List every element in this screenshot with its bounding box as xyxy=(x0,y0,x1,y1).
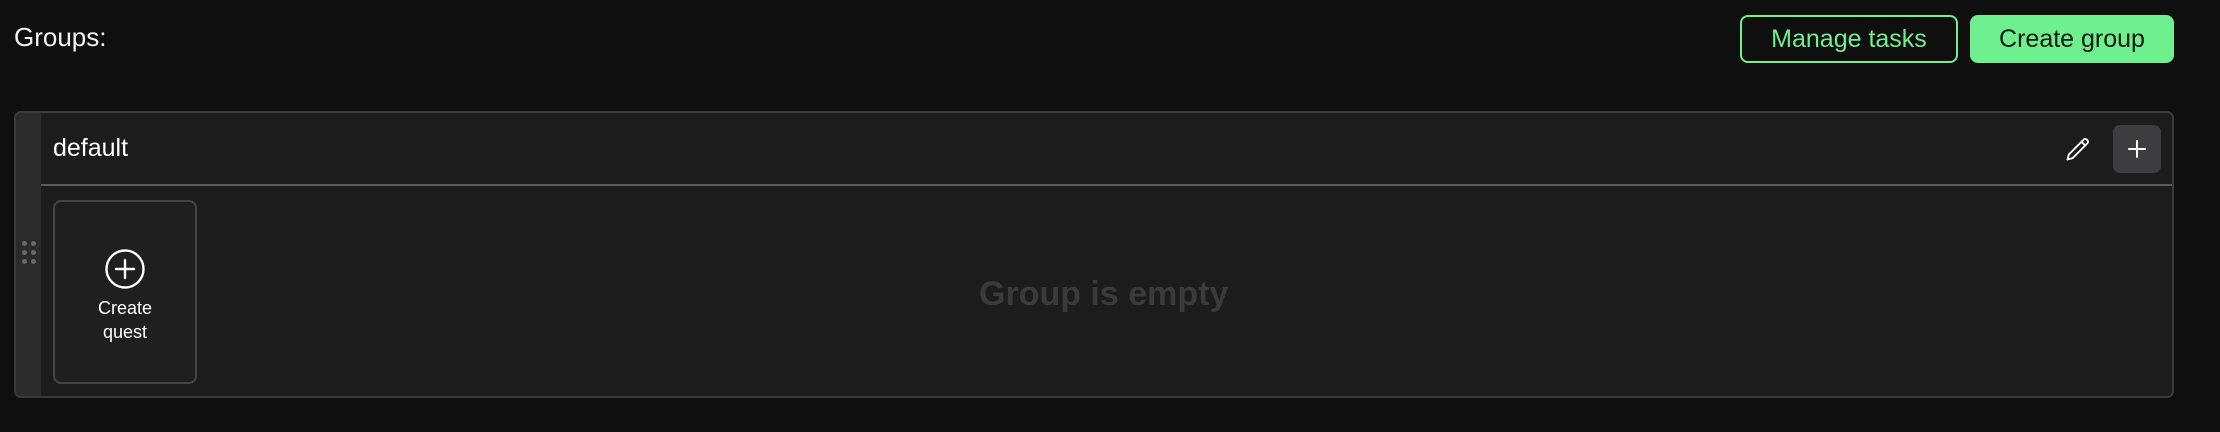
create-quest-card[interactable]: Create quest xyxy=(53,200,197,384)
group-panel: default Create quest Group is empty xyxy=(14,111,2174,398)
add-to-group-button[interactable] xyxy=(2113,125,2161,173)
group-header: default xyxy=(41,113,2172,186)
plus-icon xyxy=(2128,140,2146,158)
pencil-icon xyxy=(2066,138,2089,161)
drag-handle-icon xyxy=(22,241,36,264)
group-drag-handle[interactable] xyxy=(16,113,41,396)
create-group-button[interactable]: Create group xyxy=(1970,15,2174,63)
group-body: Create quest Group is empty xyxy=(41,188,2172,396)
page: Groups: Manage tasks Create group defaul… xyxy=(0,0,2220,432)
create-quest-label: Create quest xyxy=(97,298,153,342)
group-title: default xyxy=(53,134,129,162)
plus-circle-icon xyxy=(105,249,145,289)
empty-group-message: Group is empty xyxy=(979,275,1229,313)
manage-tasks-button[interactable]: Manage tasks xyxy=(1740,15,1958,63)
top-bar: Groups: Manage tasks Create group xyxy=(0,0,2220,78)
edit-group-button[interactable] xyxy=(2062,133,2094,165)
groups-heading: Groups: xyxy=(14,22,107,52)
